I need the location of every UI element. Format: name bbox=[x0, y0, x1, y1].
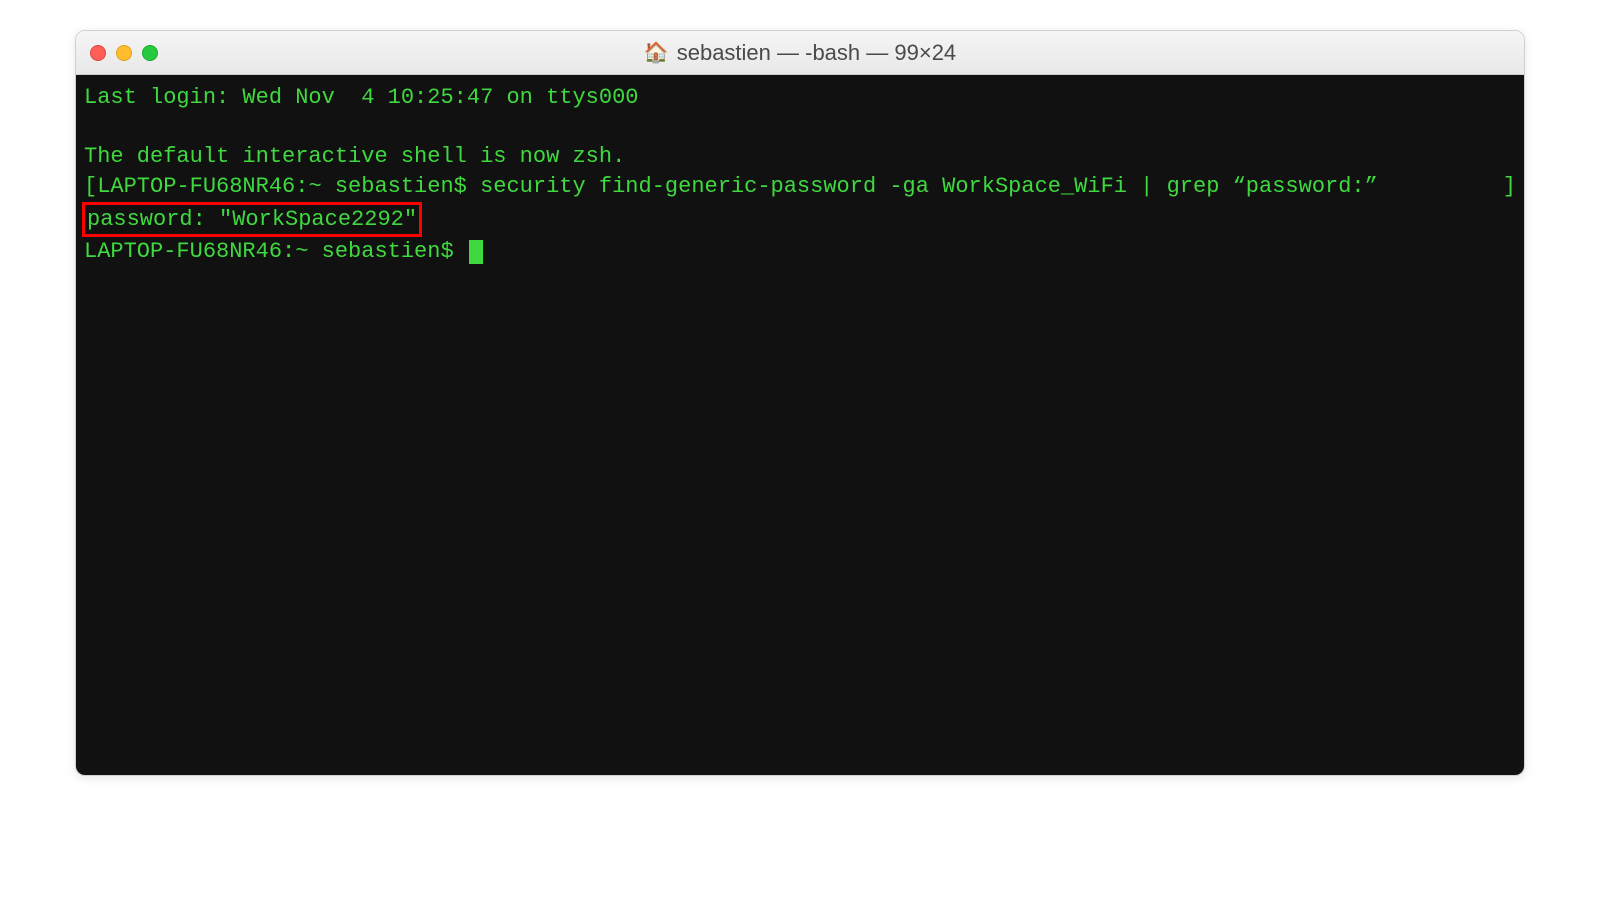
bracket-left: [ bbox=[84, 174, 97, 199]
password-output-line: password: "WorkSpace2292" bbox=[84, 202, 1516, 238]
close-icon[interactable] bbox=[90, 45, 106, 61]
title-bar: 🏠 sebastien — -bash — 99×24 bbox=[76, 31, 1524, 75]
highlight-box: password: "WorkSpace2292" bbox=[82, 202, 422, 238]
command-text: security find-generic-password -ga WorkS… bbox=[480, 174, 1378, 199]
last-login-line: Last login: Wed Nov 4 10:25:47 on ttys00… bbox=[84, 83, 1516, 113]
home-icon: 🏠 bbox=[644, 40, 669, 65]
password-output-text: password: "WorkSpace2292" bbox=[87, 207, 417, 232]
terminal-window: 🏠 sebastien — -bash — 99×24 Last login: … bbox=[75, 30, 1525, 776]
minimize-icon[interactable] bbox=[116, 45, 132, 61]
terminal-body[interactable]: Last login: Wed Nov 4 10:25:47 on ttys00… bbox=[76, 75, 1524, 775]
bracket-right: ] bbox=[1503, 172, 1516, 202]
prompt-line-2: LAPTOP-FU68NR46:~ sebastien$ bbox=[84, 237, 1516, 267]
zsh-notice-line: The default interactive shell is now zsh… bbox=[84, 142, 1516, 172]
cursor-icon bbox=[469, 240, 483, 264]
window-title: 🏠 sebastien — -bash — 99×24 bbox=[90, 40, 1510, 66]
prompt-2: LAPTOP-FU68NR46:~ sebastien$ bbox=[84, 239, 467, 264]
blank-line bbox=[84, 113, 1516, 143]
maximize-icon[interactable] bbox=[142, 45, 158, 61]
traffic-lights bbox=[90, 45, 158, 61]
command-line: [LAPTOP-FU68NR46:~ sebastien$ security f… bbox=[84, 172, 1516, 202]
window-title-text: sebastien — -bash — 99×24 bbox=[677, 40, 956, 66]
prompt-1: LAPTOP-FU68NR46:~ sebastien$ bbox=[97, 174, 480, 199]
